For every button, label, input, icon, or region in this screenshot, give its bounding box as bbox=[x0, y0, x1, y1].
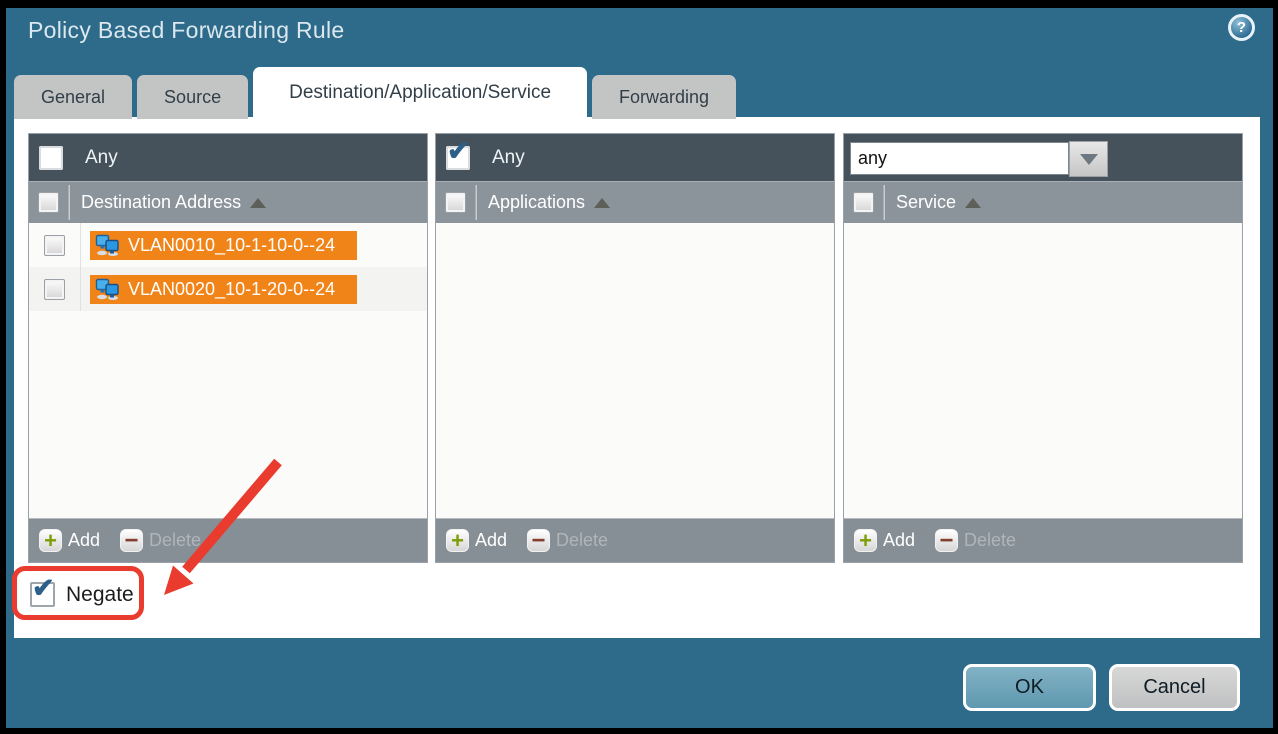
dialog-title: Policy Based Forwarding Rule bbox=[28, 17, 345, 44]
service-list bbox=[844, 223, 1242, 518]
delete-icon[interactable]: − bbox=[935, 529, 958, 552]
negate-label: Negate bbox=[66, 583, 134, 607]
sort-ascending-icon[interactable] bbox=[965, 198, 981, 208]
address-object-chip[interactable]: VLAN0020_10-1-20-0--24 bbox=[90, 275, 357, 304]
service-select-all-checkbox[interactable] bbox=[853, 192, 874, 213]
table-row[interactable]: VLAN0020_10-1-20-0--24 bbox=[29, 267, 427, 311]
delete-icon[interactable]: − bbox=[120, 529, 143, 552]
service-footer-bar: + Add − Delete bbox=[844, 518, 1242, 562]
tab-source[interactable]: Source bbox=[137, 75, 248, 119]
table-row[interactable]: VLAN0010_10-1-10-0--24 bbox=[29, 223, 427, 267]
address-object-chip[interactable]: VLAN0010_10-1-10-0--24 bbox=[90, 231, 357, 260]
tab-bar: General Source Destination/Application/S… bbox=[14, 67, 736, 119]
destination-footer-bar: + Add − Delete bbox=[29, 518, 427, 562]
applications-any-bar: ✔ Any bbox=[436, 134, 834, 181]
applications-select-all-checkbox[interactable] bbox=[445, 192, 466, 213]
destination-address-column: Any Destination Address bbox=[28, 133, 428, 563]
destination-header-label: Destination Address bbox=[81, 192, 241, 213]
dropdown-button[interactable] bbox=[1069, 141, 1108, 177]
destination-column-header[interactable]: Destination Address bbox=[29, 181, 427, 223]
destination-any-bar: Any bbox=[29, 134, 427, 181]
applications-any-label: Any bbox=[492, 147, 525, 169]
service-header-label: Service bbox=[896, 192, 956, 213]
header-separator bbox=[475, 185, 476, 220]
row-checkbox-cell bbox=[29, 267, 81, 311]
cancel-button[interactable]: Cancel bbox=[1109, 664, 1240, 711]
applications-column-header[interactable]: Applications bbox=[436, 181, 834, 223]
destination-address-list: VLAN0010_10-1-10-0--24 bbox=[29, 223, 427, 518]
destination-any-label: Any bbox=[85, 147, 118, 169]
add-button[interactable]: Add bbox=[475, 530, 507, 551]
add-icon[interactable]: + bbox=[39, 529, 62, 552]
tab-general[interactable]: General bbox=[14, 75, 132, 119]
tab-forwarding[interactable]: Forwarding bbox=[592, 75, 736, 119]
tab-content-panel: Any Destination Address bbox=[14, 117, 1260, 638]
add-icon[interactable]: + bbox=[854, 529, 877, 552]
applications-header-label: Applications bbox=[488, 192, 585, 213]
address-object-label: VLAN0010_10-1-10-0--24 bbox=[128, 235, 335, 256]
negate-checkbox[interactable]: ✔ bbox=[30, 582, 55, 607]
applications-list bbox=[436, 223, 834, 518]
service-any-bar: any bbox=[844, 134, 1242, 181]
sort-ascending-icon[interactable] bbox=[250, 198, 266, 208]
service-column: any Service + Add − Delete bbox=[843, 133, 1243, 563]
row-checkbox-cell bbox=[29, 223, 81, 267]
tab-destination-application-service[interactable]: Destination/Application/Service bbox=[253, 67, 587, 119]
network-address-icon bbox=[95, 278, 120, 300]
delete-button[interactable]: Delete bbox=[964, 530, 1016, 551]
chevron-down-icon bbox=[1080, 154, 1098, 165]
service-dropdown-value[interactable]: any bbox=[850, 142, 1069, 175]
network-address-icon bbox=[95, 234, 120, 256]
row-checkbox[interactable] bbox=[44, 279, 65, 300]
applications-column: ✔ Any Applications + Add − Delete bbox=[435, 133, 835, 563]
help-icon[interactable]: ? bbox=[1228, 14, 1255, 41]
header-separator bbox=[883, 185, 884, 220]
applications-footer-bar: + Add − Delete bbox=[436, 518, 834, 562]
header-separator bbox=[68, 185, 69, 220]
address-object-label: VLAN0020_10-1-20-0--24 bbox=[128, 279, 335, 300]
destination-select-all-checkbox[interactable] bbox=[38, 192, 59, 213]
screenshot-root: Policy Based Forwarding Rule ? General S… bbox=[0, 0, 1278, 734]
applications-any-checkbox[interactable]: ✔ bbox=[446, 146, 470, 170]
add-icon[interactable]: + bbox=[446, 529, 469, 552]
service-column-header[interactable]: Service bbox=[844, 181, 1242, 223]
delete-icon[interactable]: − bbox=[527, 529, 550, 552]
service-dropdown[interactable]: any bbox=[850, 142, 1108, 177]
checkmark-icon: ✔ bbox=[447, 136, 470, 167]
add-button[interactable]: Add bbox=[68, 530, 100, 551]
delete-button[interactable]: Delete bbox=[556, 530, 608, 551]
delete-button[interactable]: Delete bbox=[149, 530, 201, 551]
ok-button[interactable]: OK bbox=[963, 664, 1096, 711]
row-checkbox[interactable] bbox=[44, 235, 65, 256]
destination-any-checkbox[interactable] bbox=[39, 146, 63, 170]
add-button[interactable]: Add bbox=[883, 530, 915, 551]
sort-ascending-icon[interactable] bbox=[594, 198, 610, 208]
